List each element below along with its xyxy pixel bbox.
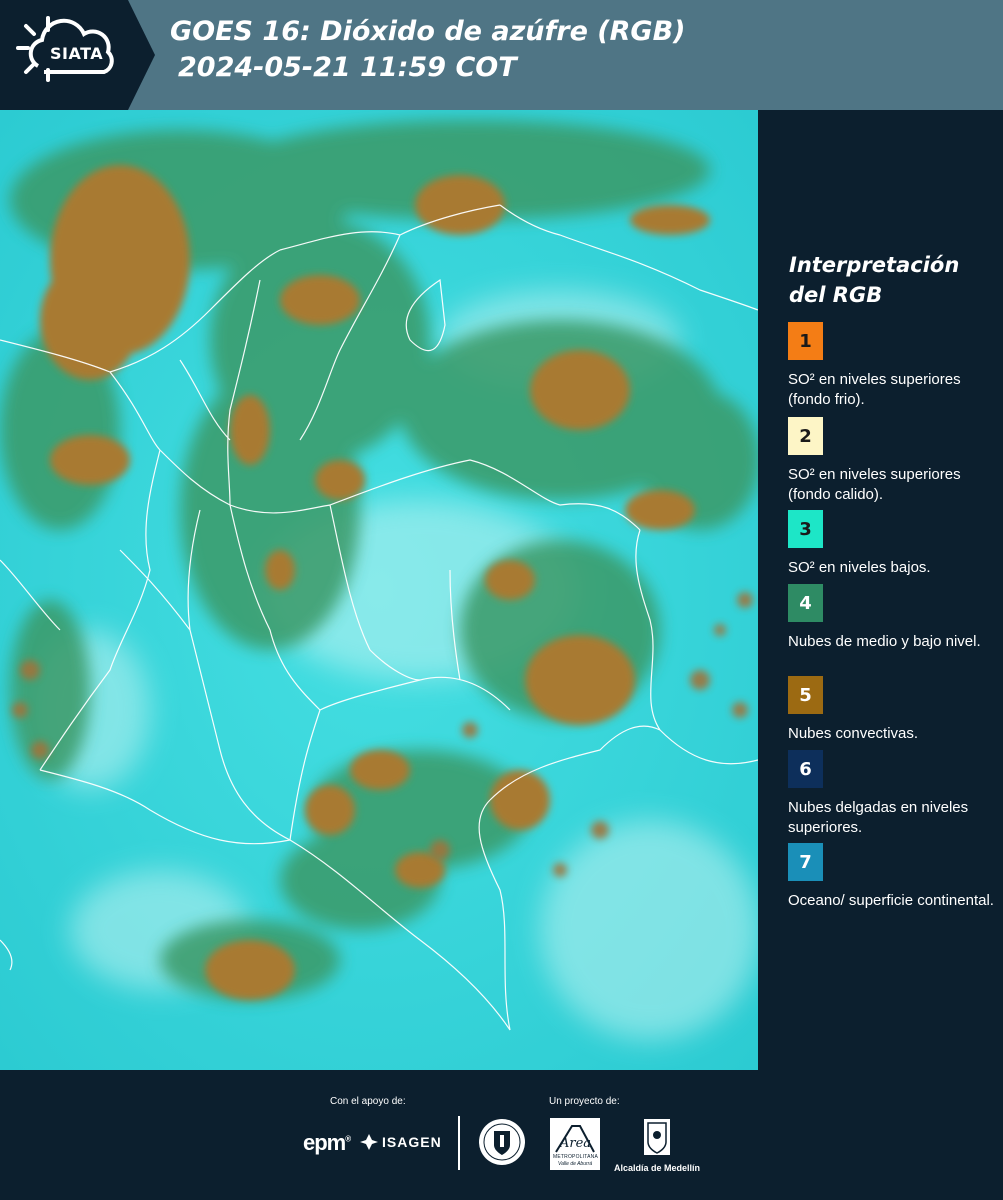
medellin-seal-icon[interactable] <box>477 1117 527 1172</box>
isagen-icon <box>360 1134 378 1150</box>
title-product: GOES 16: Dióxido de azúfre (RGB) <box>170 16 686 47</box>
legend-text-6: Nubes delgadas en niveles superiores. <box>788 799 969 836</box>
legend-number-6: 6 <box>799 758 812 780</box>
legend-item-2: 2 SO² en niveles superiores (fondo calid… <box>788 417 998 505</box>
area-metropolitana-logo[interactable]: Área METROPOLITANA Valle de Aburrá <box>550 1118 600 1175</box>
legend-item-6: 6 Nubes delgadas en niveles superiores. <box>788 750 998 838</box>
siata-logo[interactable]: SIATA <box>0 0 155 110</box>
area-logo-text: Área <box>560 1136 592 1151</box>
page-title: GOES 16: Dióxido de azúfre (RGB) 2024-05… <box>170 14 686 86</box>
footer-divider <box>458 1116 460 1170</box>
legend-swatch-6: 6 <box>788 750 823 788</box>
area-logo-sub1: METROPOLITANA <box>553 1154 599 1160</box>
siata-logo-text: SIATA <box>50 44 104 63</box>
header-bar: SIATA GOES 16: Dióxido de azúfre (RGB) 2… <box>0 0 1003 110</box>
legend-item-1: 1 SO² en niveles superiores (fondo frio)… <box>788 322 998 410</box>
legend-number-5: 5 <box>799 684 812 706</box>
legend-number-7: 7 <box>799 851 812 873</box>
legend-text-3: SO² en niveles bajos. <box>788 559 931 576</box>
satellite-image <box>0 110 758 1070</box>
legend-number-4: 4 <box>799 592 812 614</box>
legend-item-4: 4 Nubes de medio y bajo nivel. <box>788 584 998 652</box>
footer: Con el apoyo de: Un proyecto de: epm® IS… <box>0 1070 1003 1200</box>
legend-number-2: 2 <box>799 425 812 447</box>
legend-number-1: 1 <box>799 330 812 352</box>
epm-logo[interactable]: epm® <box>303 1130 351 1156</box>
legend-swatch-1: 1 <box>788 322 823 360</box>
support-label: Con el apoyo de: <box>330 1096 406 1107</box>
legend-text-5: Nubes convectivas. <box>788 725 919 742</box>
isagen-logo[interactable]: ISAGEN <box>360 1134 442 1150</box>
legend-text-4: Nubes de medio y bajo nivel. <box>788 633 981 650</box>
legend-swatch-2: 2 <box>788 417 823 455</box>
legend-item-5: 5 Nubes convectivas. <box>788 676 998 744</box>
alcaldia-text: Alcaldía de Medellín <box>613 1163 701 1173</box>
legend-text-1: SO² en niveles superiores (fondo frio). <box>788 371 961 408</box>
legend-number-3: 3 <box>799 518 812 540</box>
legend-item-3: 3 SO² en niveles bajos. <box>788 510 998 578</box>
title-timestamp: 2024-05-21 11:59 COT <box>178 52 517 83</box>
alcaldia-medellin-logo[interactable]: Alcaldía de Medellín <box>612 1118 702 1173</box>
epm-logo-text: epm <box>303 1130 346 1155</box>
isagen-logo-text: ISAGEN <box>382 1134 442 1150</box>
alcaldia-shield-icon <box>644 1119 670 1155</box>
legend-swatch-7: 7 <box>788 843 823 881</box>
area-logo-sub2: Valle de Aburrá <box>558 1161 593 1167</box>
project-label: Un proyecto de: <box>549 1096 620 1107</box>
legend-panel: Interpretación del RGB 1 SO² en niveles … <box>758 110 1003 1070</box>
legend-title: Interpretación del RGB <box>789 253 960 307</box>
legend-swatch-3: 3 <box>788 510 823 548</box>
satellite-map[interactable] <box>0 110 758 1070</box>
legend-item-7: 7 Oceano/ superficie continental. <box>788 843 998 911</box>
legend-text-7: Oceano/ superficie continental. <box>788 892 994 909</box>
legend-text-2: SO² en niveles superiores (fondo calido)… <box>788 466 961 503</box>
legend-swatch-4: 4 <box>788 584 823 622</box>
legend-swatch-5: 5 <box>788 676 823 714</box>
